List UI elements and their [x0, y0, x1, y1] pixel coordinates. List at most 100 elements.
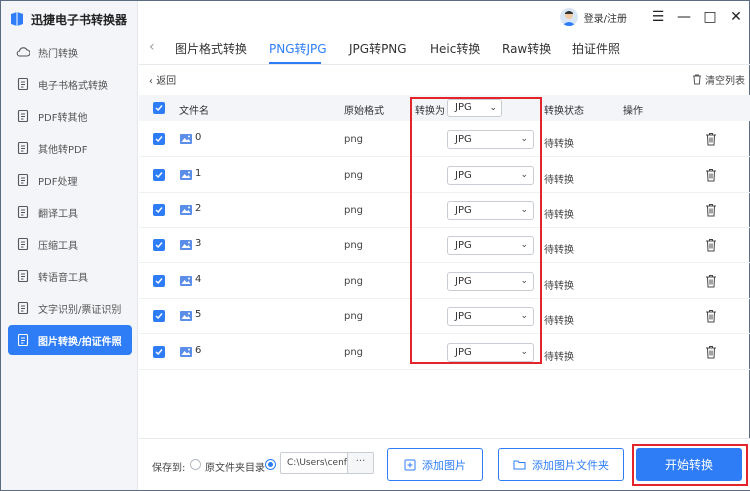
chevron-down-icon: ⌄: [520, 347, 528, 357]
menu-button[interactable]: ☰: [645, 6, 671, 28]
trash-icon[interactable]: [705, 309, 717, 323]
row-checkbox[interactable]: [153, 346, 165, 358]
start-convert-button[interactable]: 开始转换: [636, 448, 742, 481]
row-checkbox[interactable]: [153, 204, 165, 216]
target-format-select[interactable]: JPG ⌄: [447, 272, 534, 291]
sidebar-item-label: PDF转其他: [38, 112, 88, 124]
trash-icon[interactable]: [705, 168, 717, 182]
login-link[interactable]: 登录/注册: [584, 10, 627, 25]
chevron-left-icon[interactable]: ‹: [149, 39, 163, 57]
header-filename: 文件名: [179, 106, 209, 117]
sidebar-item-label: PDF处理: [38, 176, 78, 188]
save-path-field[interactable]: C:\Users\cenf... ···: [280, 452, 374, 474]
select-all-checkbox[interactable]: [153, 102, 165, 114]
add-image-button[interactable]: 添加图片: [387, 448, 483, 481]
clear-list-label: 清空列表: [705, 76, 745, 87]
check-icon: [155, 172, 163, 179]
chevron-down-icon: ⌄: [520, 134, 528, 144]
sidebar-item-7[interactable]: 转语音工具: [8, 261, 132, 291]
row-checkbox[interactable]: [153, 239, 165, 251]
tab-raw[interactable]: Raw转换: [502, 40, 551, 57]
target-format-value: JPG: [455, 347, 472, 358]
sidebar-item-9[interactable]: 图片转换/拍证件照: [8, 325, 132, 355]
row-checkbox[interactable]: [153, 275, 165, 287]
maximize-button[interactable]: □: [697, 6, 723, 28]
app-window: 迅捷电子书转换器 热门转换电子书格式转换 PDF转其他 其他转PDF PDF处理翻译工…: [0, 0, 750, 491]
target-format-select[interactable]: JPG ⌄: [447, 130, 534, 149]
table-row: 2 png JPG ⌄ 待转换: [139, 193, 750, 228]
minimize-button[interactable]: —: [671, 6, 697, 28]
browse-button[interactable]: ···: [347, 453, 373, 473]
target-format-select[interactable]: JPG ⌄: [447, 307, 534, 326]
tab-heic[interactable]: Heic转换: [430, 40, 480, 57]
trash-icon[interactable]: [705, 238, 717, 252]
close-button[interactable]: ✕: [723, 6, 749, 28]
sidebar-item-4[interactable]: PDF处理: [8, 165, 132, 195]
return-link[interactable]: ‹ 返回: [149, 72, 176, 87]
tab-png-to-jpg[interactable]: PNG转JPG: [269, 40, 327, 57]
target-format-value: JPG: [455, 240, 472, 251]
table-row: 3 png JPG ⌄ 待转换: [139, 228, 750, 263]
clear-list-button[interactable]: 清空列表: [692, 72, 745, 87]
sidebar-item-8[interactable]: 文字识别/票证识别: [8, 293, 132, 323]
file-name: 0: [195, 132, 202, 143]
sidebar-item-2[interactable]: PDF转其他: [8, 101, 132, 131]
sidebar-item-0[interactable]: 热门转换: [8, 37, 132, 67]
folder-icon: [513, 460, 526, 470]
tab-active-indicator: [269, 62, 321, 64]
global-format-value: JPG: [455, 102, 472, 113]
sidebar-item-3[interactable]: 其他转PDF: [8, 133, 132, 163]
source-format: png: [344, 170, 364, 181]
compress-icon: [17, 237, 29, 251]
row-checkbox[interactable]: [153, 133, 165, 145]
row-checkbox[interactable]: [153, 310, 165, 322]
check-icon: [155, 207, 163, 214]
table-row: 5 png JPG ⌄ 待转换: [139, 299, 750, 334]
sidebar: 迅捷电子书转换器 热门转换电子书格式转换 PDF转其他 其他转PDF PDF处理翻译工…: [1, 1, 138, 490]
chevron-down-icon: ⌄: [520, 276, 528, 286]
trash-icon[interactable]: [705, 345, 717, 359]
target-format-select[interactable]: JPG ⌄: [447, 236, 534, 255]
target-format-select[interactable]: JPG ⌄: [447, 166, 534, 185]
check-icon: [155, 313, 163, 320]
trash-icon[interactable]: [705, 203, 717, 217]
file-name: 3: [195, 238, 202, 249]
brand: 迅捷电子书转换器: [9, 9, 127, 29]
target-format-select[interactable]: JPG ⌄: [447, 343, 534, 362]
trash-icon[interactable]: [705, 132, 717, 146]
avatar[interactable]: [559, 8, 578, 26]
sidebar-item-5[interactable]: 翻译工具: [8, 197, 132, 227]
sidebar-item-1[interactable]: 电子书格式转换: [8, 69, 132, 99]
source-format: png: [344, 134, 364, 145]
add-folder-button[interactable]: 添加图片文件夹: [498, 448, 624, 481]
radio-source-folder[interactable]: [190, 459, 201, 470]
sidebar-item-label: 文字识别/票证识别: [38, 304, 122, 316]
status-text: 待转换: [544, 281, 574, 292]
image-file-icon: [180, 170, 192, 180]
table-row: 6 png JPG ⌄ 待转换: [139, 335, 750, 370]
tab-id-photo[interactable]: 拍证件照: [572, 40, 620, 57]
tab-image-format[interactable]: 图片格式转换: [175, 40, 247, 57]
radio-custom-path[interactable]: [265, 459, 276, 470]
status-text: 待转换: [544, 175, 574, 186]
file-name: 6: [195, 345, 202, 356]
check-icon: [155, 349, 163, 356]
sidebar-item-label: 热门转换: [38, 48, 78, 60]
file-name: 2: [195, 203, 202, 214]
row-checkbox[interactable]: [153, 169, 165, 181]
target-format-select[interactable]: JPG ⌄: [447, 201, 534, 220]
global-format-select[interactable]: JPG ⌄: [447, 99, 502, 117]
header-status: 转换状态: [544, 106, 584, 117]
sidebar-item-label: 其他转PDF: [38, 144, 88, 156]
user-avatar-icon: [561, 11, 576, 26]
add-file-icon: [404, 459, 416, 470]
titlebar-controls: 登录/注册 ☰ — □ ✕: [559, 5, 749, 29]
trash-icon[interactable]: [705, 274, 717, 288]
table-row: 4 png JPG ⌄ 待转换: [139, 264, 750, 299]
target-format-value: JPG: [455, 134, 472, 145]
tab-jpg-to-png[interactable]: JPG转PNG: [349, 40, 407, 57]
sidebar-item-label: 转语音工具: [38, 272, 88, 284]
sidebar-item-6[interactable]: 压缩工具: [8, 229, 132, 259]
header-source-format: 原始格式: [344, 106, 384, 117]
image-file-icon: [180, 134, 192, 144]
